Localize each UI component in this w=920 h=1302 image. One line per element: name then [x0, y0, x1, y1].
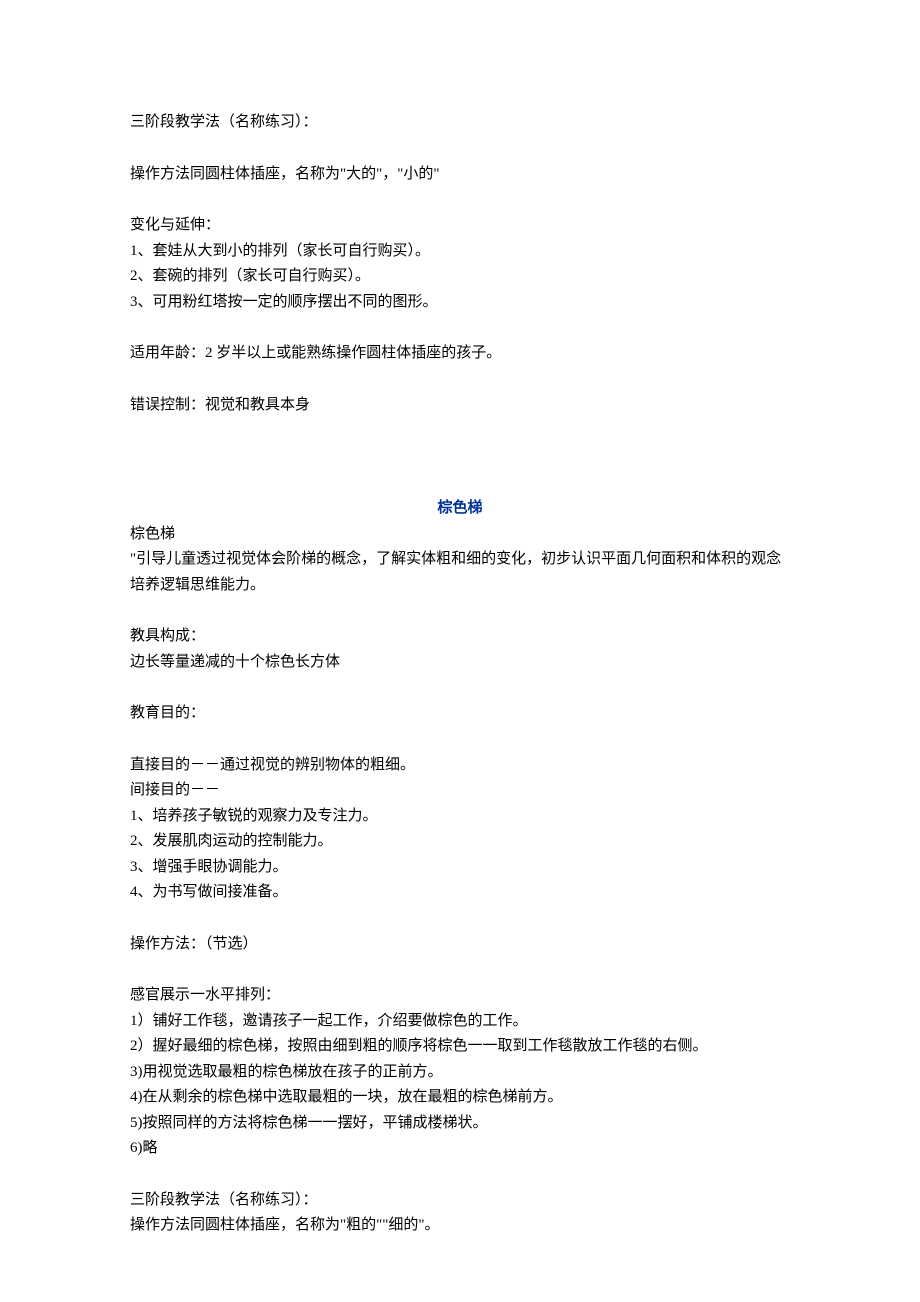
spacer [130, 136, 790, 162]
spacer [130, 470, 790, 496]
spacer [130, 675, 790, 701]
variation-item-1: 1、套娃从大到小的排列（家长可自行购买）。 [130, 239, 790, 265]
indirect-item-4: 4、为书写做间接准备。 [130, 880, 790, 906]
operation-heading: 操作方法：（节选） [130, 932, 790, 958]
indirect-item-1: 1、培养孩子敏锐的观察力及专注力。 [130, 804, 790, 830]
spacer [130, 1162, 790, 1188]
spacer [130, 315, 790, 341]
step-3: 3)用视觉选取最粗的棕色梯放在孩子的正前方。 [130, 1060, 790, 1086]
method-description: 操作方法同圆柱体插座，名称为"大的"，"小的" [130, 162, 790, 188]
direct-purpose: 直接目的－－通过视觉的辨别物体的粗细。 [130, 753, 790, 779]
spacer [130, 444, 790, 470]
step-4: 4)在从剩余的棕色梯中选取最粗的一块，放在最粗的棕色梯前方。 [130, 1085, 790, 1111]
indirect-item-2: 2、发展肌肉运动的控制能力。 [130, 829, 790, 855]
step-1: 1）铺好工作毯，邀请孩子一起工作，介绍要做棕色的工作。 [130, 1009, 790, 1035]
variation-heading: 变化与延伸： [130, 213, 790, 239]
applicable-age: 适用年龄：2 岁半以上或能熟练操作圆柱体插座的孩子。 [130, 341, 790, 367]
material-intro: "引导儿童透过视觉体会阶梯的概念，了解实体粗和细的变化，初步认识平面几何面积和体… [130, 547, 790, 598]
indirect-heading: 间接目的－－ [130, 778, 790, 804]
step-5: 5)按照同样的方法将棕色梯一一摆好，平铺成楼梯状。 [130, 1111, 790, 1137]
composition-body: 边长等量递减的十个棕色长方体 [130, 650, 790, 676]
spacer [130, 598, 790, 624]
education-heading: 教育目的： [130, 701, 790, 727]
spacer [130, 187, 790, 213]
composition-heading: 教具构成： [130, 624, 790, 650]
variation-item-3: 3、可用粉红塔按一定的顺序摆出不同的图形。 [130, 290, 790, 316]
three-stage-heading-1: 三阶段教学法（名称练习）： [130, 110, 790, 136]
document-page: 三阶段教学法（名称练习）： 操作方法同圆柱体插座，名称为"大的"，"小的" 变化… [0, 0, 920, 1302]
spacer [130, 367, 790, 393]
variation-item-2: 2、套碗的排列（家长可自行购买）。 [130, 264, 790, 290]
three-stage-heading-2: 三阶段教学法（名称练习）： [130, 1188, 790, 1214]
material-name: 棕色梯 [130, 522, 790, 548]
step-6: 6)略 [130, 1136, 790, 1162]
indirect-item-3: 3、增强手眼协调能力。 [130, 855, 790, 881]
sensory-heading: 感官展示一水平排列： [130, 983, 790, 1009]
step-2: 2）握好最细的棕色梯，按照由细到粗的顺序将棕色一一取到工作毯散放工作毯的右侧。 [130, 1034, 790, 1060]
error-control: 错误控制：视觉和教具本身 [130, 393, 790, 419]
section-title-brown-stair: 棕色梯 [130, 496, 790, 522]
spacer [130, 727, 790, 753]
spacer [130, 906, 790, 932]
spacer [130, 418, 790, 444]
spacer [130, 957, 790, 983]
three-stage-body: 操作方法同圆柱体插座，名称为"粗的""细的"。 [130, 1213, 790, 1239]
